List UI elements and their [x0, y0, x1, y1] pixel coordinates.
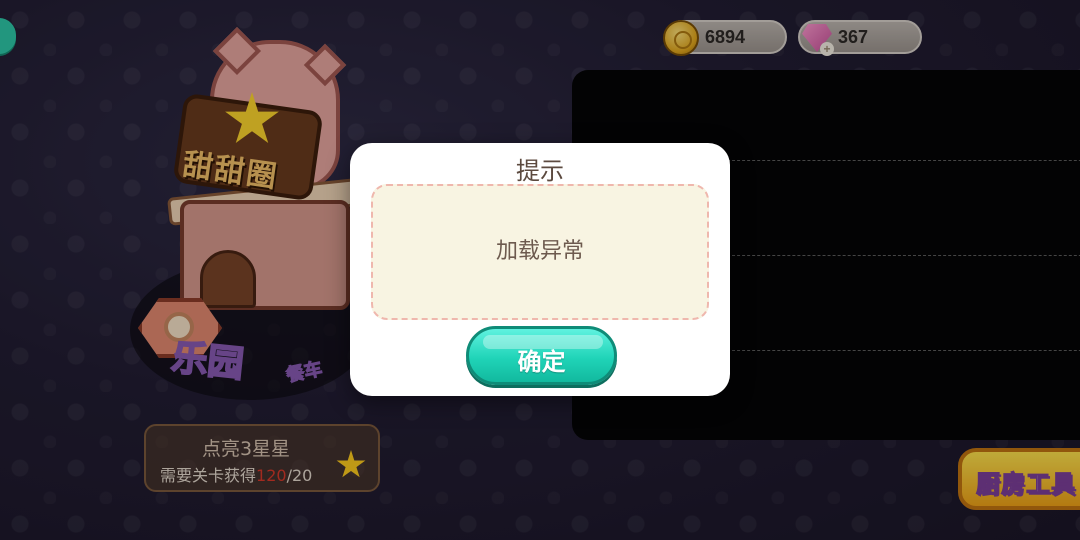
dialog-message: 加载异常	[495, 239, 584, 264]
alert-dialog: 提示 加载异常 确定	[350, 143, 730, 396]
confirm-button-label: 确定	[517, 348, 566, 376]
dialog-title: 提示	[516, 157, 564, 185]
dialog-message-box: 加载异常	[371, 184, 709, 320]
confirm-button[interactable]: 确定	[466, 326, 617, 385]
